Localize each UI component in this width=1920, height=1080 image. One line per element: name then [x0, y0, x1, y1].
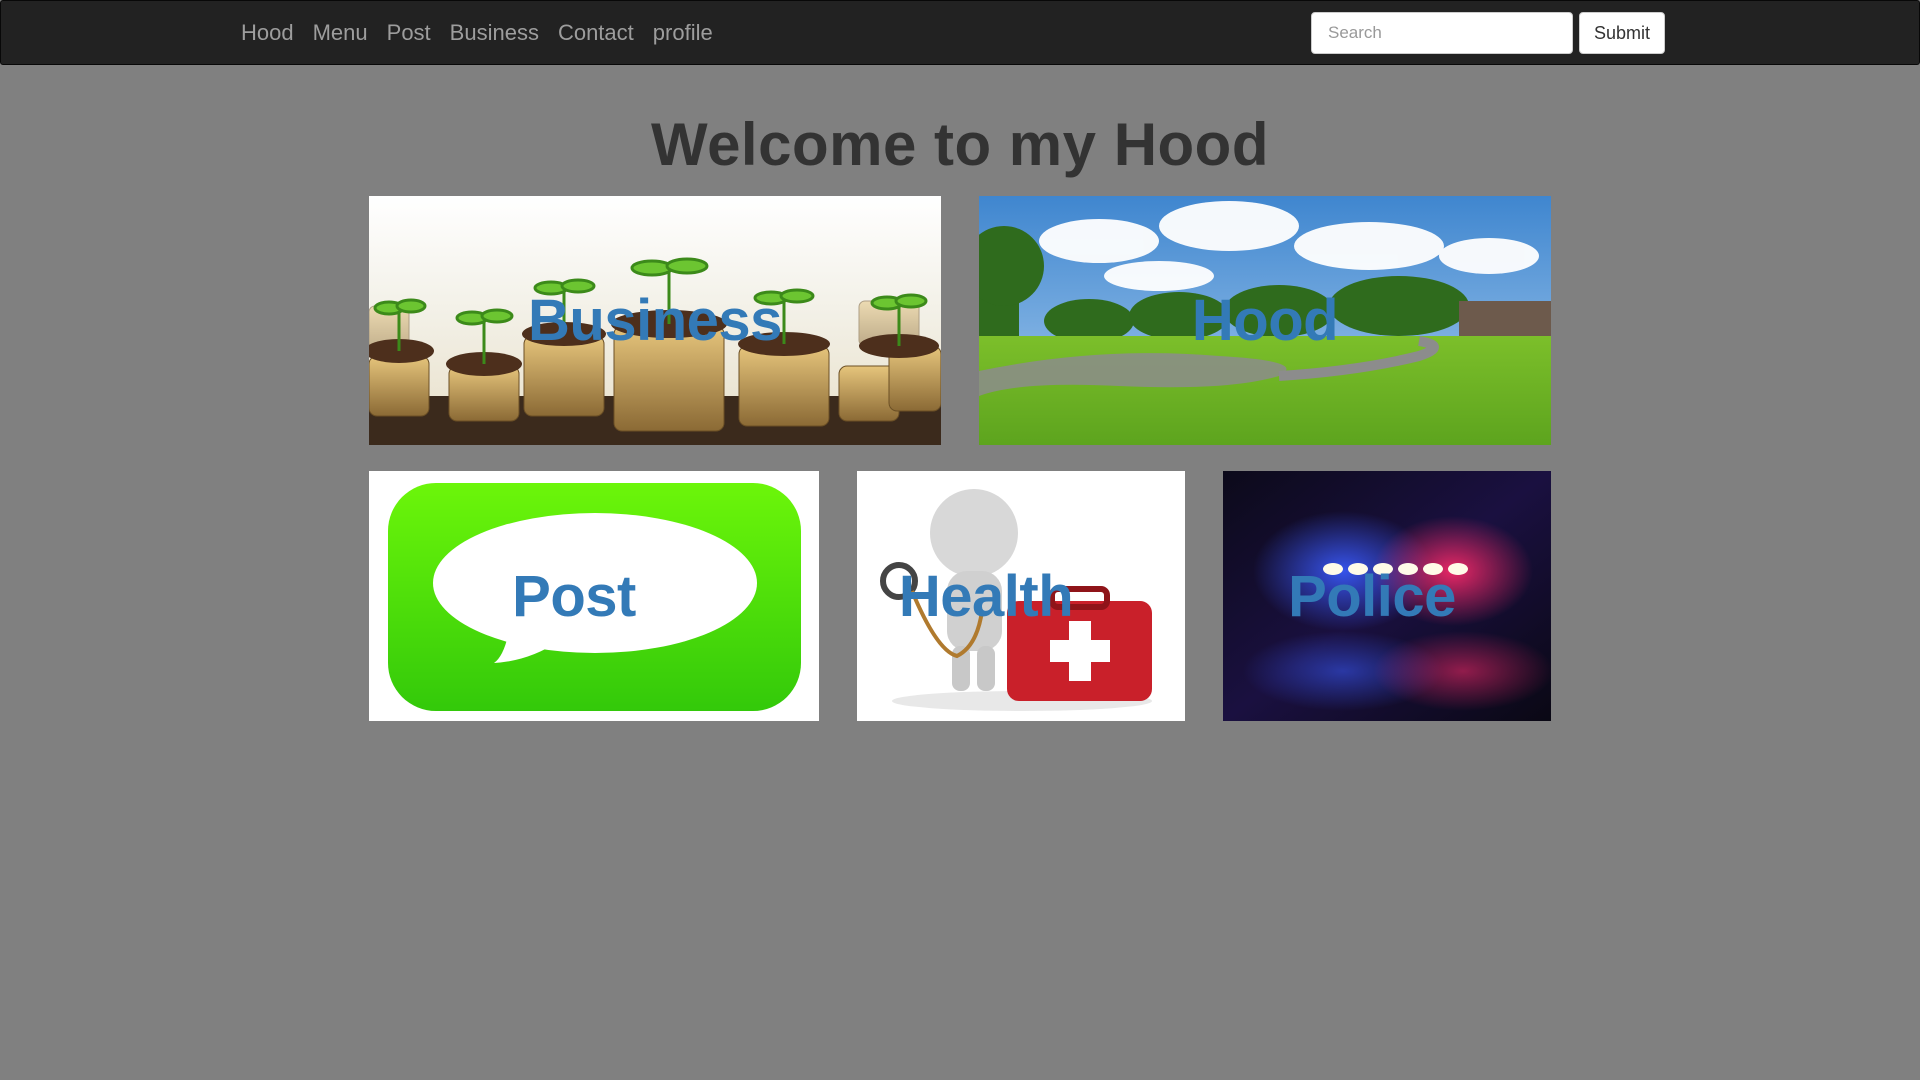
tile-business-label: Business: [528, 288, 782, 353]
tile-hood-label: Hood: [1191, 288, 1339, 353]
tile-business[interactable]: Business: [369, 196, 941, 445]
nav-link-profile[interactable]: profile: [653, 20, 713, 46]
tile-police[interactable]: Police: [1223, 471, 1551, 721]
nav-link-menu[interactable]: Menu: [313, 20, 368, 46]
tile-police-label: Police: [1288, 563, 1456, 629]
nav-links: Hood Menu Post Business Contact profile: [241, 1, 732, 64]
navbar: Hood Menu Post Business Contact profile …: [0, 0, 1920, 65]
tile-hood[interactable]: Hood: [979, 196, 1551, 445]
tile-post-label: Post: [512, 563, 636, 629]
tile-health-label: Health: [898, 563, 1074, 629]
search-input[interactable]: [1311, 12, 1573, 54]
nav-link-hood[interactable]: Hood: [241, 20, 294, 46]
nav-link-contact[interactable]: Contact: [558, 20, 634, 46]
search-form: Submit: [1311, 12, 1665, 54]
tile-health[interactable]: Health: [857, 471, 1185, 721]
submit-button[interactable]: Submit: [1579, 12, 1665, 54]
tile-post[interactable]: Post: [369, 471, 819, 721]
nav-link-post[interactable]: Post: [387, 20, 431, 46]
nav-link-business[interactable]: Business: [450, 20, 539, 46]
page-title: Welcome to my Hood: [651, 111, 1269, 178]
